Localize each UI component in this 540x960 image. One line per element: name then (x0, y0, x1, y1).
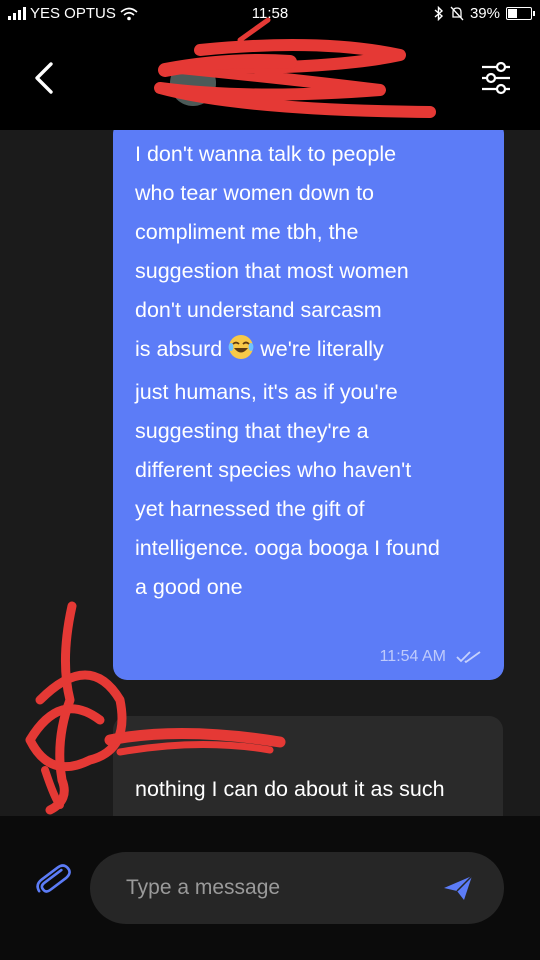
message-text-part-1: I don't wanna talk to people who tear wo… (135, 142, 409, 361)
sender-name (135, 738, 481, 764)
message-list[interactable]: I don't wanna talk to people who tear wo… (0, 130, 540, 816)
contact-info[interactable] (170, 60, 226, 106)
attach-button[interactable] (30, 856, 76, 902)
message-composer (0, 816, 540, 960)
bluetooth-icon (434, 6, 443, 21)
message-meta: 11:54 AM (380, 648, 482, 666)
status-bar: YES OPTUS 11:58 39% (0, 0, 540, 30)
message-text: I don't wanna talk to people who tear wo… (135, 135, 482, 607)
back-arrow-icon (35, 62, 53, 94)
laughing-tears-emoji-icon: 😂 (228, 334, 254, 373)
message-text: nothing I can do about it as such (135, 777, 445, 801)
message-input-container[interactable] (90, 852, 504, 924)
status-right: 39% (434, 5, 535, 22)
message-time: 11:54 AM (379, 648, 446, 665)
double-check-icon (456, 651, 481, 664)
incoming-message[interactable]: nothing I can do about it as such (113, 716, 503, 816)
message-text-part-2: we're literally just humans, it's as if … (135, 337, 440, 599)
avatar (170, 60, 216, 106)
outgoing-message[interactable]: I don't wanna talk to people who tear wo… (113, 130, 504, 680)
battery-icon (506, 7, 535, 20)
back-button[interactable] (22, 56, 66, 100)
sliders-icon (482, 61, 510, 95)
message-input[interactable] (126, 852, 426, 924)
settings-button[interactable] (474, 56, 518, 100)
send-icon (444, 875, 473, 900)
alarm-muted-icon (450, 6, 464, 21)
battery-percent: 39% (469, 5, 500, 22)
send-button[interactable] (438, 868, 478, 908)
chat-header (0, 30, 540, 130)
paperclip-icon (36, 864, 71, 893)
